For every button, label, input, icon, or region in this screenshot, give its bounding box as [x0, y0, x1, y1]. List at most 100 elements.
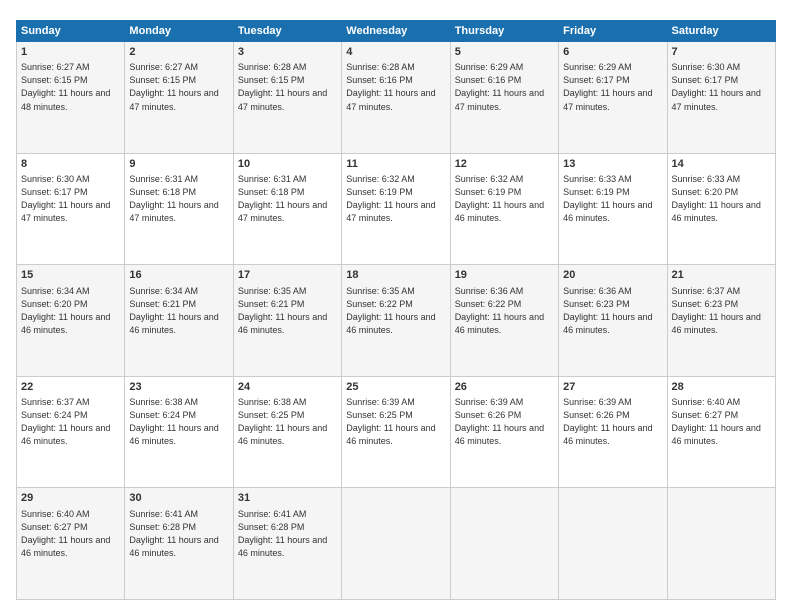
calendar-cell — [559, 488, 667, 600]
day-info: Sunrise: 6:38 AMSunset: 6:25 PMDaylight:… — [238, 397, 327, 446]
day-info: Sunrise: 6:33 AMSunset: 6:19 PMDaylight:… — [563, 174, 652, 223]
day-info: Sunrise: 6:35 AMSunset: 6:22 PMDaylight:… — [346, 286, 435, 335]
day-info: Sunrise: 6:39 AMSunset: 6:26 PMDaylight:… — [455, 397, 544, 446]
calendar-cell: 16 Sunrise: 6:34 AMSunset: 6:21 PMDayligh… — [125, 265, 233, 377]
page: General Blue SundayMondayTuesdayWednesda… — [0, 0, 792, 612]
header-day-saturday: Saturday — [667, 21, 775, 42]
day-info: Sunrise: 6:37 AMSunset: 6:23 PMDaylight:… — [672, 286, 761, 335]
day-number: 20 — [563, 268, 662, 283]
day-number: 31 — [238, 491, 337, 506]
calendar-cell: 25 Sunrise: 6:39 AMSunset: 6:25 PMDayligh… — [342, 376, 450, 488]
day-info: Sunrise: 6:38 AMSunset: 6:24 PMDaylight:… — [129, 397, 218, 446]
header-day-thursday: Thursday — [450, 21, 558, 42]
day-info: Sunrise: 6:40 AMSunset: 6:27 PMDaylight:… — [21, 509, 110, 558]
day-number: 30 — [129, 491, 228, 506]
day-info: Sunrise: 6:30 AMSunset: 6:17 PMDaylight:… — [21, 174, 110, 223]
week-row-2: 8 Sunrise: 6:30 AMSunset: 6:17 PMDaylight… — [17, 153, 776, 265]
day-info: Sunrise: 6:41 AMSunset: 6:28 PMDaylight:… — [238, 509, 327, 558]
calendar-cell: 14 Sunrise: 6:33 AMSunset: 6:20 PMDayligh… — [667, 153, 775, 265]
calendar-cell: 5 Sunrise: 6:29 AMSunset: 6:16 PMDaylight… — [450, 42, 558, 154]
day-number: 8 — [21, 157, 120, 172]
calendar-cell: 28 Sunrise: 6:40 AMSunset: 6:27 PMDayligh… — [667, 376, 775, 488]
calendar-cell: 11 Sunrise: 6:32 AMSunset: 6:19 PMDayligh… — [342, 153, 450, 265]
header-day-sunday: Sunday — [17, 21, 125, 42]
header-row: SundayMondayTuesdayWednesdayThursdayFrid… — [17, 21, 776, 42]
day-number: 22 — [21, 380, 120, 395]
header-day-wednesday: Wednesday — [342, 21, 450, 42]
day-number: 4 — [346, 45, 445, 60]
day-number: 6 — [563, 45, 662, 60]
calendar-cell: 22Sunrise: 6:37 AMSunset: 6:24 PMDayligh… — [17, 376, 125, 488]
day-number: 27 — [563, 380, 662, 395]
day-number: 24 — [238, 380, 337, 395]
calendar-cell: 13Sunrise: 6:33 AMSunset: 6:19 PMDayligh… — [559, 153, 667, 265]
day-info: Sunrise: 6:36 AMSunset: 6:23 PMDaylight:… — [563, 286, 652, 335]
day-info: Sunrise: 6:29 AMSunset: 6:16 PMDaylight:… — [455, 62, 544, 111]
day-info: Sunrise: 6:41 AMSunset: 6:28 PMDaylight:… — [129, 509, 218, 558]
day-info: Sunrise: 6:35 AMSunset: 6:21 PMDaylight:… — [238, 286, 327, 335]
calendar-cell: 31 Sunrise: 6:41 AMSunset: 6:28 PMDayligh… — [233, 488, 341, 600]
header-day-tuesday: Tuesday — [233, 21, 341, 42]
day-info: Sunrise: 6:28 AMSunset: 6:15 PMDaylight:… — [238, 62, 327, 111]
day-number: 28 — [672, 380, 771, 395]
day-info: Sunrise: 6:36 AMSunset: 6:22 PMDaylight:… — [455, 286, 544, 335]
day-number: 7 — [672, 45, 771, 60]
calendar-cell: 29Sunrise: 6:40 AMSunset: 6:27 PMDayligh… — [17, 488, 125, 600]
calendar-cell: 2 Sunrise: 6:27 AMSunset: 6:15 PMDaylight… — [125, 42, 233, 154]
calendar-cell: 23 Sunrise: 6:38 AMSunset: 6:24 PMDayligh… — [125, 376, 233, 488]
calendar-cell: 7 Sunrise: 6:30 AMSunset: 6:17 PMDaylight… — [667, 42, 775, 154]
day-info: Sunrise: 6:40 AMSunset: 6:27 PMDaylight:… — [672, 397, 761, 446]
calendar-cell: 21 Sunrise: 6:37 AMSunset: 6:23 PMDayligh… — [667, 265, 775, 377]
day-number: 23 — [129, 380, 228, 395]
calendar-cell: 3 Sunrise: 6:28 AMSunset: 6:15 PMDaylight… — [233, 42, 341, 154]
day-number: 10 — [238, 157, 337, 172]
day-number: 26 — [455, 380, 554, 395]
day-info: Sunrise: 6:33 AMSunset: 6:20 PMDaylight:… — [672, 174, 761, 223]
calendar-cell: 24 Sunrise: 6:38 AMSunset: 6:25 PMDayligh… — [233, 376, 341, 488]
day-info: Sunrise: 6:28 AMSunset: 6:16 PMDaylight:… — [346, 62, 435, 111]
day-info: Sunrise: 6:32 AMSunset: 6:19 PMDaylight:… — [455, 174, 544, 223]
calendar-cell: 4 Sunrise: 6:28 AMSunset: 6:16 PMDaylight… — [342, 42, 450, 154]
calendar-cell: 6Sunrise: 6:29 AMSunset: 6:17 PMDaylight… — [559, 42, 667, 154]
day-number: 17 — [238, 268, 337, 283]
week-row-5: 29Sunrise: 6:40 AMSunset: 6:27 PMDayligh… — [17, 488, 776, 600]
day-number: 12 — [455, 157, 554, 172]
day-info: Sunrise: 6:27 AMSunset: 6:15 PMDaylight:… — [21, 62, 110, 111]
header-day-monday: Monday — [125, 21, 233, 42]
calendar-cell: 1 Sunrise: 6:27 AMSunset: 6:15 PMDaylight… — [17, 42, 125, 154]
day-info: Sunrise: 6:31 AMSunset: 6:18 PMDaylight:… — [238, 174, 327, 223]
day-number: 15 — [21, 268, 120, 283]
day-info: Sunrise: 6:34 AMSunset: 6:21 PMDaylight:… — [129, 286, 218, 335]
day-number: 9 — [129, 157, 228, 172]
calendar-cell — [667, 488, 775, 600]
week-row-1: 1 Sunrise: 6:27 AMSunset: 6:15 PMDaylight… — [17, 42, 776, 154]
calendar-cell: 30 Sunrise: 6:41 AMSunset: 6:28 PMDayligh… — [125, 488, 233, 600]
day-info: Sunrise: 6:39 AMSunset: 6:25 PMDaylight:… — [346, 397, 435, 446]
day-info: Sunrise: 6:31 AMSunset: 6:18 PMDaylight:… — [129, 174, 218, 223]
day-number: 25 — [346, 380, 445, 395]
day-number: 21 — [672, 268, 771, 283]
day-number: 2 — [129, 45, 228, 60]
day-info: Sunrise: 6:34 AMSunset: 6:20 PMDaylight:… — [21, 286, 110, 335]
day-info: Sunrise: 6:30 AMSunset: 6:17 PMDaylight:… — [672, 62, 761, 111]
day-number: 14 — [672, 157, 771, 172]
calendar-cell: 17 Sunrise: 6:35 AMSunset: 6:21 PMDayligh… — [233, 265, 341, 377]
calendar-cell: 20 Sunrise: 6:36 AMSunset: 6:23 PMDayligh… — [559, 265, 667, 377]
day-info: Sunrise: 6:39 AMSunset: 6:26 PMDaylight:… — [563, 397, 652, 446]
calendar-cell: 10 Sunrise: 6:31 AMSunset: 6:18 PMDayligh… — [233, 153, 341, 265]
calendar-cell — [450, 488, 558, 600]
day-number: 18 — [346, 268, 445, 283]
calendar-table: SundayMondayTuesdayWednesdayThursdayFrid… — [16, 20, 776, 600]
day-number: 16 — [129, 268, 228, 283]
day-number: 11 — [346, 157, 445, 172]
calendar-cell: 9 Sunrise: 6:31 AMSunset: 6:18 PMDaylight… — [125, 153, 233, 265]
day-number: 3 — [238, 45, 337, 60]
calendar-cell — [342, 488, 450, 600]
day-info: Sunrise: 6:32 AMSunset: 6:19 PMDaylight:… — [346, 174, 435, 223]
calendar-cell: 18 Sunrise: 6:35 AMSunset: 6:22 PMDayligh… — [342, 265, 450, 377]
day-info: Sunrise: 6:27 AMSunset: 6:15 PMDaylight:… — [129, 62, 218, 111]
day-number: 1 — [21, 45, 120, 60]
header-day-friday: Friday — [559, 21, 667, 42]
day-number: 5 — [455, 45, 554, 60]
calendar-cell: 19Sunrise: 6:36 AMSunset: 6:22 PMDayligh… — [450, 265, 558, 377]
